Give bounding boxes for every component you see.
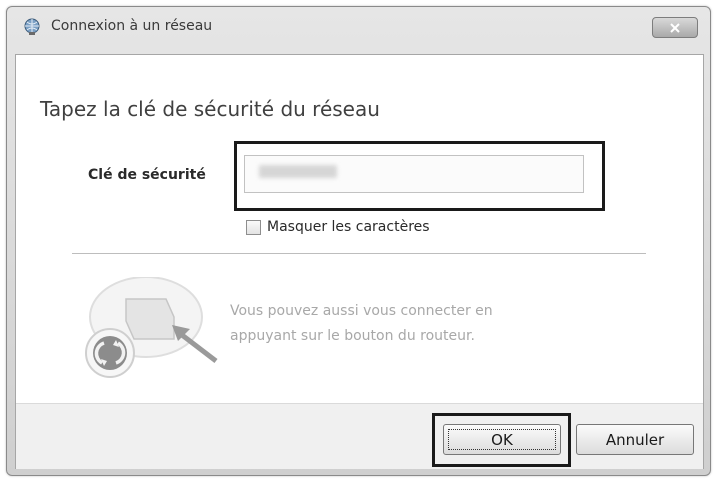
ok-button[interactable]: OK — [443, 424, 561, 455]
network-connect-dialog: Connexion à un réseau Tapez la clé de sé… — [6, 6, 711, 476]
close-icon — [670, 22, 680, 33]
security-key-input[interactable] — [244, 155, 584, 193]
title-bar[interactable]: Connexion à un réseau — [7, 7, 710, 47]
router-hint-text: Vous pouvez aussi vous connecter en appu… — [230, 299, 610, 349]
window-title: Connexion à un réseau — [51, 18, 213, 34]
cancel-button-label: Annuler — [605, 430, 665, 449]
cancel-button[interactable]: Annuler — [576, 424, 694, 455]
mask-characters-label: Masquer les caractères — [267, 219, 430, 235]
focus-ring — [448, 429, 556, 450]
router-wps-icon — [85, 277, 218, 378]
divider — [72, 253, 646, 254]
mask-characters-option[interactable]: Masquer les caractères — [246, 217, 430, 237]
close-button[interactable] — [652, 17, 698, 38]
router-hint-line-1: Vous pouvez aussi vous connecter en — [230, 303, 493, 319]
dialog-content: Tapez la clé de sécurité du réseau Clé d… — [15, 54, 704, 469]
security-key-label: Clé de sécurité — [88, 167, 206, 183]
network-icon — [24, 18, 40, 35]
button-bar: OK Annuler — [16, 403, 703, 469]
mask-characters-checkbox[interactable] — [246, 219, 261, 235]
page-title: Tapez la clé de sécurité du réseau — [40, 97, 380, 121]
router-hint-line-2: appuyant sur le bouton du routeur. — [230, 328, 475, 344]
masked-key-value — [259, 165, 337, 178]
